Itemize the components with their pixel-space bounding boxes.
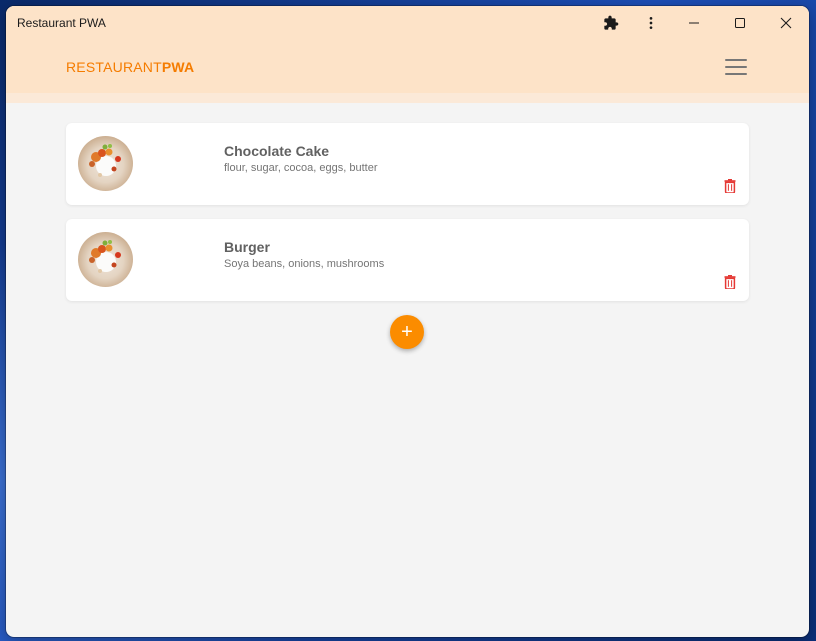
recipe-image (78, 136, 133, 191)
maximize-icon (735, 18, 745, 28)
title-bar-controls (591, 6, 809, 40)
add-icon: + (401, 321, 413, 343)
extensions-button[interactable] (591, 6, 631, 40)
add-recipe-button[interactable]: + (390, 315, 424, 349)
brand-text-light: RESTAURANT (66, 58, 162, 75)
close-icon (780, 17, 792, 29)
navbar: RESTAURANTPWA (6, 40, 809, 93)
brand-text-bold: PWA (161, 58, 195, 75)
recipe-list: Chocolate Cake flour, sugar, cocoa, eggs… (6, 103, 809, 301)
minimize-button[interactable] (671, 6, 717, 40)
brand-logo[interactable]: RESTAURANTPWA (66, 59, 194, 75)
recipe-title: Burger (224, 239, 270, 255)
delete-icon[interactable] (724, 275, 736, 289)
minimize-icon (689, 22, 699, 24)
more-options-button[interactable] (631, 6, 671, 40)
app-window: Restaurant PWA RESTAURANTPWA Chocolate C… (6, 6, 809, 637)
recipe-ingredients: Soya beans, onions, mushrooms (224, 258, 385, 270)
recipe-ingredients: flour, sugar, cocoa, eggs, butter (224, 162, 378, 174)
window-title: Restaurant PWA (17, 16, 106, 30)
food-plate-icon (89, 240, 121, 273)
delete-icon[interactable] (724, 179, 736, 193)
navbar-bottom-strip (6, 93, 809, 103)
recipe-card: Chocolate Cake flour, sugar, cocoa, eggs… (66, 123, 749, 205)
recipe-title: Chocolate Cake (224, 143, 330, 159)
title-bar: Restaurant PWA (6, 6, 809, 40)
hamburger-menu-icon[interactable] (725, 58, 747, 75)
close-button[interactable] (763, 6, 809, 40)
more-vert-icon (649, 17, 653, 29)
recipe-card: Burger Soya beans, onions, mushrooms (66, 219, 749, 301)
recipe-image (78, 232, 133, 287)
maximize-button[interactable] (717, 6, 763, 40)
extension-icon (604, 15, 619, 30)
food-plate-icon (89, 144, 121, 177)
